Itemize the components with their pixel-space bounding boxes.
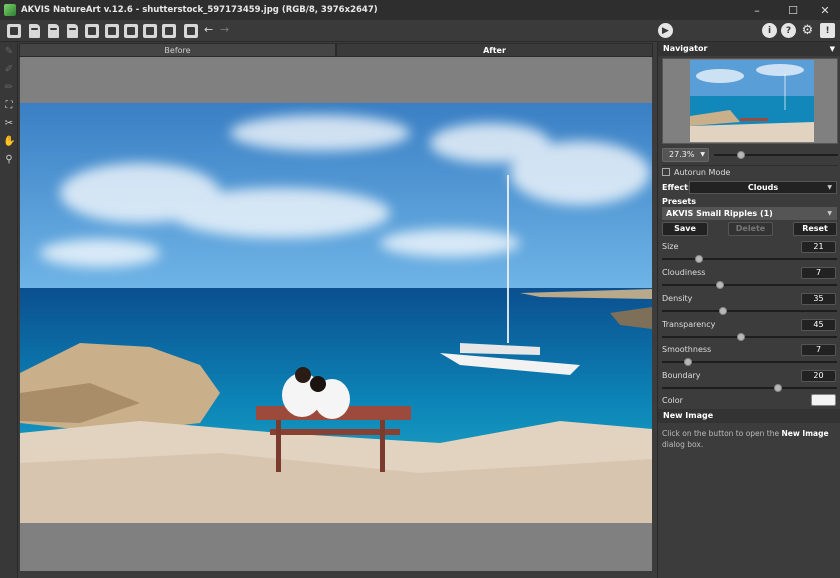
- redo-icon[interactable]: →: [220, 23, 229, 36]
- param-slider-knob[interactable]: [684, 358, 693, 366]
- close-button[interactable]: ✕: [814, 0, 836, 20]
- share-icon[interactable]: [184, 24, 198, 38]
- param-slider-knob[interactable]: [773, 384, 782, 392]
- save-icon[interactable]: [48, 24, 59, 38]
- zoom-slider-track[interactable]: [714, 154, 838, 156]
- chevron-down-icon: ▼: [700, 151, 705, 158]
- chevron-down-icon: ▼: [827, 184, 832, 191]
- effect-value: Clouds: [747, 183, 779, 192]
- param-slider-knob[interactable]: [719, 307, 728, 315]
- photo-image: [20, 103, 652, 523]
- param-slider-knob[interactable]: [694, 255, 703, 263]
- preset-select[interactable]: AKVIS Small Ripples (1) ▼: [662, 207, 837, 220]
- tab-before[interactable]: Before: [19, 43, 336, 57]
- param-value-field[interactable]: 7: [801, 267, 836, 279]
- effect-select[interactable]: Clouds ▼: [689, 181, 837, 194]
- param-slider-track[interactable]: [662, 387, 837, 389]
- tab-after[interactable]: After: [336, 43, 653, 57]
- eraser-icon[interactable]: ✎: [3, 46, 15, 58]
- param-value-field[interactable]: 45: [801, 319, 836, 331]
- param-value-field[interactable]: 20: [801, 370, 836, 382]
- tools-bar: ✎ ✐ ✏ ⛶ ✂ ✋ ⚲: [0, 42, 18, 578]
- settings-panel: Navigator ▼ 27.3% ▼ Autorun Mode Effect:…: [657, 42, 840, 578]
- settings-icon[interactable]: ⚙: [800, 23, 815, 38]
- param-slider-track[interactable]: [662, 284, 837, 286]
- navigator-preview[interactable]: [662, 58, 838, 144]
- app-logo-icon: [4, 4, 16, 16]
- zoom-icon[interactable]: ⚲: [3, 154, 15, 166]
- workspace-icon[interactable]: [7, 24, 21, 38]
- minimize-button[interactable]: –: [746, 0, 768, 20]
- reset-preset-button[interactable]: Reset: [793, 222, 837, 236]
- autorun-checkbox[interactable]: [662, 168, 670, 176]
- zoom-slider-knob[interactable]: [737, 151, 746, 159]
- app-window: AKVIS NatureArt v.12.6 - shutterstock_59…: [0, 0, 840, 578]
- run-icon[interactable]: ▶: [658, 23, 673, 38]
- color-label: Color: [662, 396, 683, 405]
- export-icon[interactable]: [67, 24, 78, 38]
- param-slider-track[interactable]: [662, 310, 837, 312]
- param-label: Boundary: [662, 371, 701, 380]
- delete-preset-button[interactable]: Delete: [728, 222, 773, 236]
- zoom-value: 27.3%: [669, 150, 695, 159]
- help-title: New Image: [663, 411, 714, 420]
- batch-icon[interactable]: [105, 24, 119, 38]
- pencil-icon[interactable]: ✏: [3, 82, 15, 94]
- brush-icon[interactable]: ✐: [3, 64, 15, 76]
- open-icon[interactable]: [29, 24, 40, 38]
- navigator-thumbnail: [690, 60, 814, 142]
- color-swatch[interactable]: [811, 394, 836, 406]
- param-slider-track[interactable]: [662, 336, 837, 338]
- image-viewport[interactable]: [20, 57, 652, 571]
- help-icon[interactable]: ?: [781, 23, 796, 38]
- notification-icon[interactable]: !: [820, 23, 835, 38]
- apply-icon[interactable]: [162, 24, 176, 38]
- effect-label: Effect:: [662, 183, 692, 192]
- zoom-select[interactable]: 27.3% ▼: [662, 148, 709, 162]
- hand-icon[interactable]: ✋: [3, 136, 15, 148]
- view-tabs: Before After: [19, 43, 653, 57]
- autorun-label: Autorun Mode: [674, 168, 731, 177]
- window-title: AKVIS NatureArt v.12.6 - shutterstock_59…: [21, 5, 378, 15]
- divider: [662, 165, 838, 166]
- navigator-header[interactable]: Navigator ▼: [658, 42, 840, 56]
- param-value-field[interactable]: 35: [801, 293, 836, 305]
- param-value-field[interactable]: 7: [801, 344, 836, 356]
- tube-icon[interactable]: ✂: [3, 118, 15, 130]
- save-preset-button[interactable]: Save: [662, 222, 708, 236]
- help-header: New Image: [658, 409, 840, 423]
- param-slider-knob[interactable]: [715, 281, 724, 289]
- param-slider-track[interactable]: [662, 258, 837, 260]
- title-bar: AKVIS NatureArt v.12.6 - shutterstock_59…: [0, 0, 840, 20]
- navigator-title: Navigator: [663, 44, 708, 53]
- undo-icon[interactable]: ←: [204, 23, 213, 36]
- plugin-icon[interactable]: [124, 24, 138, 38]
- param-label: Transparency: [662, 320, 716, 329]
- print-icon[interactable]: [85, 24, 99, 38]
- param-label: Smoothness: [662, 345, 712, 354]
- presets-label: Presets: [662, 197, 697, 206]
- zoom-row: 27.3% ▼: [662, 148, 838, 162]
- canvas-area: Before After: [19, 42, 655, 578]
- param-label: Density: [662, 294, 693, 303]
- param-slider-knob[interactable]: [736, 333, 745, 341]
- chevron-down-icon: ▼: [827, 210, 832, 217]
- maximize-button[interactable]: ☐: [782, 0, 804, 20]
- preset-value: AKVIS Small Ripples (1): [666, 209, 773, 218]
- param-value-field[interactable]: 21: [801, 241, 836, 253]
- crop-icon[interactable]: ⛶: [3, 100, 15, 112]
- param-label: Cloudiness: [662, 268, 706, 277]
- brush-preset-icon[interactable]: [143, 24, 157, 38]
- param-label: Size: [662, 242, 679, 251]
- chevron-down-icon: ▼: [829, 45, 835, 53]
- info-icon[interactable]: i: [762, 23, 777, 38]
- toolbar: ← → ▶ i ? ⚙ !: [0, 20, 840, 42]
- help-text: Click on the button to open the New Imag…: [662, 429, 829, 449]
